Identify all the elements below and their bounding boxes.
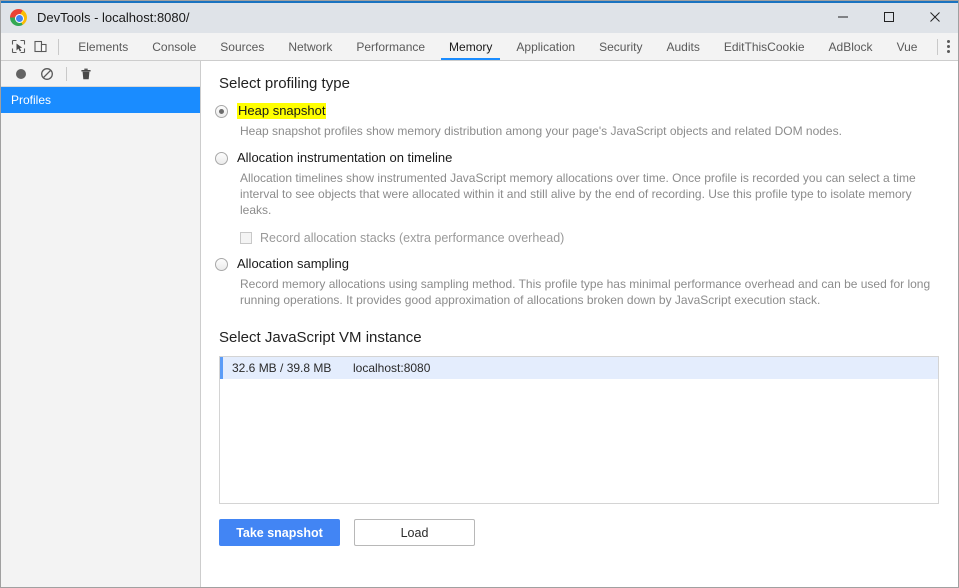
window-title: DevTools - localhost:8080/ xyxy=(37,9,190,25)
kebab-dot xyxy=(946,40,950,43)
tab-label: Console xyxy=(152,39,197,54)
inspect-element-icon[interactable] xyxy=(7,33,29,60)
radio-button-allocation-sampling[interactable] xyxy=(215,258,228,271)
chrome-logo-icon xyxy=(10,8,27,26)
vm-instance-heading: Select JavaScript VM instance xyxy=(219,329,422,346)
sidebar-item-label: Profiles xyxy=(11,93,52,107)
sidebar-toolbar xyxy=(1,61,200,87)
tab-performance[interactable]: Performance xyxy=(344,33,437,60)
vm-instance-list[interactable]: 32.6 MB / 39.8 MB localhost:8080 xyxy=(219,356,939,504)
tab-label: Vue xyxy=(896,39,918,54)
radio-option-allocation-sampling[interactable]: Allocation sampling xyxy=(215,256,958,272)
kebab-dot xyxy=(946,50,950,53)
devtools-tab-bar: Elements Console Sources Network Perform… xyxy=(1,33,958,61)
tab-label: Memory xyxy=(449,39,493,54)
tab-elements[interactable]: Elements xyxy=(66,33,140,60)
tab-label: Elements xyxy=(78,39,129,54)
window-controls xyxy=(820,1,958,33)
radio-label-heap-snapshot: Heap snapshot xyxy=(237,103,327,119)
tab-security[interactable]: Security xyxy=(587,33,654,60)
record-allocation-stacks-row[interactable]: Record allocation stacks (extra performa… xyxy=(240,231,958,245)
tab-audits[interactable]: Audits xyxy=(654,33,711,60)
trash-bin-icon[interactable] xyxy=(74,62,98,86)
description-heap-snapshot: Heap snapshot profiles show memory distr… xyxy=(240,124,842,138)
memory-profiling-panel: Select profiling type Heap snapshot Heap… xyxy=(202,61,958,587)
memory-sidebar: Profiles xyxy=(1,61,201,587)
sidebar-item-profiles[interactable]: Profiles xyxy=(1,87,200,113)
profiling-type-heading: Select profiling type xyxy=(219,75,350,92)
record-circle-icon[interactable] xyxy=(9,62,33,86)
radio-button-heap-snapshot[interactable] xyxy=(215,105,228,118)
action-buttons: Take snapshot Load xyxy=(219,519,958,546)
radio-option-allocation-instrumentation[interactable]: Allocation instrumentation on timeline xyxy=(215,150,958,166)
tab-vue[interactable]: Vue xyxy=(885,33,930,60)
tab-memory[interactable]: Memory xyxy=(437,33,504,60)
devtools-window: DevTools - localhost:8080/ Elements Cons… xyxy=(0,0,959,588)
tab-label: Audits xyxy=(666,39,700,54)
tab-label: Security xyxy=(599,39,643,54)
device-toolbar-icon[interactable] xyxy=(29,33,51,60)
clear-no-entry-icon[interactable] xyxy=(35,62,59,86)
kebab-dot xyxy=(946,45,950,48)
tab-network[interactable]: Network xyxy=(276,33,344,60)
tab-console[interactable]: Console xyxy=(140,33,208,60)
tab-list: Elements Console Sources Network Perform… xyxy=(66,33,929,60)
tab-label: EditThisCookie xyxy=(723,39,805,54)
vm-instance-host: localhost:8080 xyxy=(353,361,431,375)
vm-instance-size: 32.6 MB / 39.8 MB xyxy=(232,361,332,375)
toolbar-divider xyxy=(58,38,60,55)
sidebar-toolbar-divider xyxy=(66,66,67,81)
vm-instance-row[interactable]: 32.6 MB / 39.8 MB localhost:8080 xyxy=(220,357,938,379)
description-allocation-instrumentation: Allocation timelines show instrumented J… xyxy=(240,171,916,217)
tab-sources[interactable]: Sources xyxy=(208,33,276,60)
title-bar: DevTools - localhost:8080/ xyxy=(1,1,958,33)
record-allocation-stacks-label: Record allocation stacks (extra performa… xyxy=(260,231,565,245)
radio-label-allocation-sampling: Allocation sampling xyxy=(237,256,350,271)
radio-button-allocation-instrumentation[interactable] xyxy=(215,152,228,165)
titlebar-accent-line xyxy=(1,1,958,3)
radio-label-allocation-instrumentation: Allocation instrumentation on timeline xyxy=(237,150,453,165)
radio-option-heap-snapshot[interactable]: Heap snapshot xyxy=(215,103,958,119)
tab-label: Sources xyxy=(220,39,265,54)
tab-label: Application xyxy=(516,39,576,54)
tab-label: Network xyxy=(288,39,333,54)
minimize-icon[interactable] xyxy=(820,1,866,33)
tab-adblock[interactable]: AdBlock xyxy=(817,33,885,60)
tab-editthiscookie[interactable]: EditThisCookie xyxy=(712,33,817,60)
tab-application[interactable]: Application xyxy=(504,33,587,60)
maximize-icon[interactable] xyxy=(866,1,912,33)
tab-label: AdBlock xyxy=(828,39,873,54)
load-button[interactable]: Load xyxy=(354,519,475,546)
record-allocation-stacks-checkbox[interactable] xyxy=(240,232,252,244)
tab-label: Performance xyxy=(356,39,426,54)
more-options-kebab-icon[interactable] xyxy=(938,33,958,60)
take-snapshot-button[interactable]: Take snapshot xyxy=(219,519,340,546)
description-allocation-sampling: Record memory allocations using sampling… xyxy=(240,277,931,307)
close-icon[interactable] xyxy=(912,1,958,33)
